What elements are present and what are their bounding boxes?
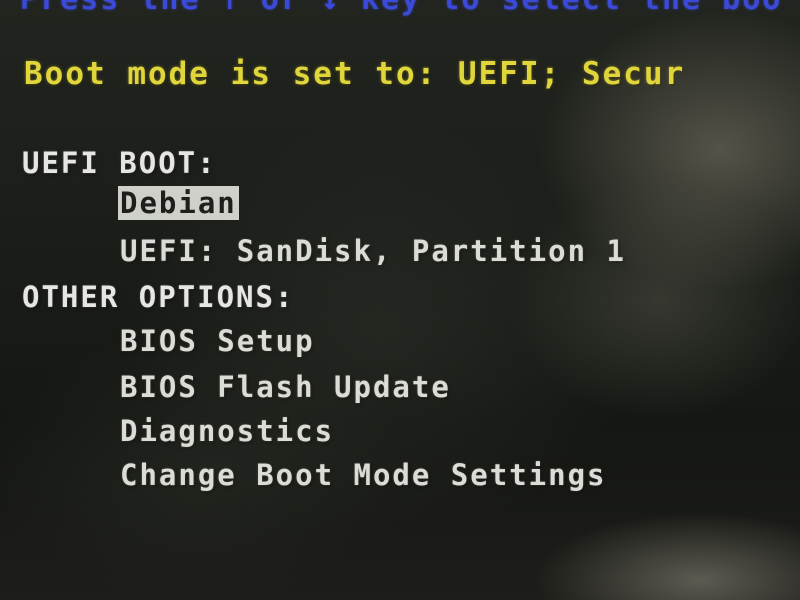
uefi-boot-header: UEFI BOOT: [22, 146, 217, 180]
boot-option-debian[interactable]: Debian [118, 186, 239, 220]
option-change-boot-mode[interactable]: Change Boot Mode Settings [118, 458, 609, 492]
boot-mode-status: Boot mode is set to: UEFI; Secur [24, 56, 686, 92]
boot-option-sandisk[interactable]: UEFI: SanDisk, Partition 1 [118, 234, 628, 268]
instruction-line: Press the ↑ or ↓ key to select the boo [20, 0, 782, 17]
option-bios-setup[interactable]: BIOS Setup [118, 324, 317, 358]
option-bios-flash-update[interactable]: BIOS Flash Update [118, 370, 453, 404]
boot-menu-screen: Press the ↑ or ↓ key to select the boo B… [0, 0, 800, 600]
option-diagnostics[interactable]: Diagnostics [118, 414, 336, 448]
other-options-header: OTHER OPTIONS: [22, 280, 295, 314]
